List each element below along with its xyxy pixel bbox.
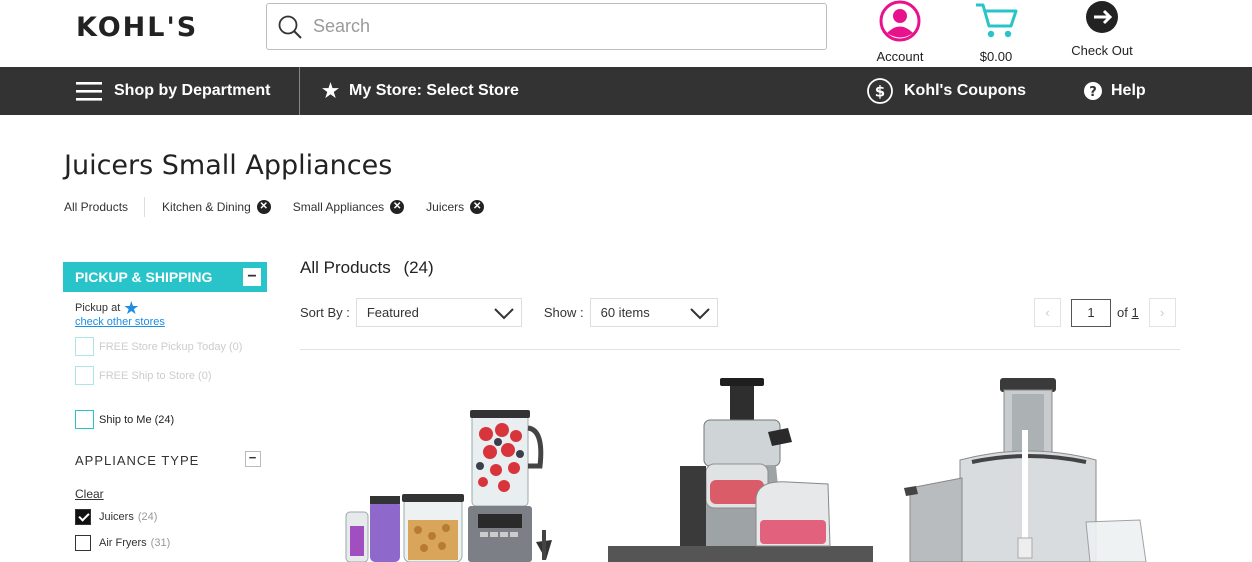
free-store-pickup-option: FREE Store Pickup Today (0) xyxy=(75,337,267,356)
sort-dropdown[interactable]: Featured xyxy=(355,298,522,327)
page-title: Juicers Small Appliances xyxy=(64,150,393,181)
help-link[interactable]: ? Help xyxy=(1083,67,1146,115)
chevron-down-icon xyxy=(689,307,710,319)
collapse-icon[interactable]: − xyxy=(243,268,261,286)
product-image-blender-system[interactable] xyxy=(340,370,570,562)
star-icon: ★ xyxy=(322,80,340,102)
cart-total: $0.00 xyxy=(979,49,1013,64)
filter-label: Air Fryers xyxy=(99,537,147,549)
shop-by-department-label: Shop by Department xyxy=(114,82,271,99)
appliance-type-header[interactable]: APPLIANCE TYPE − xyxy=(75,451,261,468)
pickup-shipping-title: PICKUP & SHIPPING xyxy=(75,269,213,285)
show-value: 60 items xyxy=(600,305,650,320)
checkbox-checked[interactable] xyxy=(75,509,91,525)
hamburger-menu-icon xyxy=(76,82,102,101)
product-image-juicer[interactable] xyxy=(608,370,873,562)
account-link[interactable]: Account xyxy=(864,0,936,64)
blender-system-image xyxy=(345,410,552,562)
breadcrumb-kitchen-dining[interactable]: Kitchen & Dining ✕ xyxy=(162,200,271,214)
option-label: Ship to Me (24) xyxy=(99,413,175,426)
pickup-shipping-header[interactable]: PICKUP & SHIPPING − xyxy=(63,262,267,292)
kohls-logo[interactable]: KOHL'S xyxy=(76,12,198,43)
filter-sidebar: PICKUP & SHIPPING − Pickup at ★ check ot… xyxy=(63,262,267,551)
pickup-at-label: Pickup at xyxy=(75,302,121,314)
filter-count: (24) xyxy=(137,511,158,523)
filter-label: Juicers xyxy=(99,511,134,523)
search-icon[interactable] xyxy=(277,14,303,40)
results-heading: All Products (24) xyxy=(300,258,434,278)
breadcrumb-label: Juicers xyxy=(426,200,465,214)
shopping-cart-icon xyxy=(976,3,1018,38)
coupons-label: Kohl's Coupons xyxy=(904,82,1027,99)
breadcrumb-label: Small Appliances xyxy=(292,200,385,214)
check-other-stores-link[interactable]: check other stores xyxy=(75,316,267,328)
svg-text:$: $ xyxy=(875,83,885,101)
pickup-at-text: Pickup at ★ xyxy=(75,298,267,318)
main-nav: Shop by Department ★ My Store: Select St… xyxy=(0,67,1252,115)
appliance-type-title: APPLIANCE TYPE xyxy=(75,453,200,468)
my-store-button[interactable]: ★ My Store: Select Store xyxy=(322,67,519,115)
filter-juicers[interactable]: Juicers (24) xyxy=(75,509,267,525)
option-label: FREE Ship to Store (0) xyxy=(99,369,212,382)
remove-filter-icon[interactable]: ✕ xyxy=(390,200,405,214)
results-title: All Products xyxy=(300,258,391,277)
arrow-right-circle-icon xyxy=(1086,1,1118,33)
items-per-page-dropdown[interactable]: 60 items xyxy=(589,298,718,327)
next-page-button[interactable]: › xyxy=(1148,298,1176,327)
chevron-down-icon xyxy=(494,307,514,319)
question-circle-icon: ? xyxy=(1084,82,1102,100)
total-pages-link[interactable]: 1 xyxy=(1131,305,1138,320)
checkbox xyxy=(75,337,94,356)
svg-text:?: ? xyxy=(1089,85,1097,100)
remove-filter-icon[interactable]: ✕ xyxy=(256,200,271,214)
search-input[interactable] xyxy=(313,16,793,37)
page-of-label: of xyxy=(1117,305,1128,320)
coupons-link[interactable]: $ Kohl's Coupons xyxy=(866,67,1026,115)
shop-by-department-button[interactable]: Shop by Department xyxy=(76,67,270,115)
divider xyxy=(300,349,1180,350)
breadcrumb: All Products Kitchen & Dining ✕ Small Ap… xyxy=(64,197,485,217)
sort-by-label: Sort By : xyxy=(300,305,350,320)
store-star-icon: ★ xyxy=(123,298,140,318)
show-label: Show : xyxy=(543,305,584,320)
juicer-image xyxy=(608,378,873,562)
dollar-circle-icon: $ xyxy=(867,78,893,104)
free-ship-to-store-option: FREE Ship to Store (0) xyxy=(75,366,267,385)
search-box[interactable] xyxy=(266,3,827,50)
my-store-label: My Store: Select Store xyxy=(349,82,519,99)
checkout-label: Check Out xyxy=(1071,43,1133,58)
breadcrumb-juicers[interactable]: Juicers ✕ xyxy=(426,200,485,214)
page-of-text: of 1 xyxy=(1117,305,1139,320)
product-image-stainless-juicer[interactable] xyxy=(900,370,1155,562)
help-label: Help xyxy=(1111,82,1146,99)
filter-count: (31) xyxy=(150,537,171,549)
checkbox xyxy=(75,366,94,385)
filter-air-fryers[interactable]: Air Fryers (31) xyxy=(75,535,267,551)
prev-page-button[interactable]: ‹ xyxy=(1034,298,1061,327)
stainless-juicer-image xyxy=(904,378,1147,562)
collapse-icon[interactable]: − xyxy=(245,451,261,467)
clear-filter-link[interactable]: Clear xyxy=(75,487,267,501)
breadcrumb-all-products[interactable]: All Products xyxy=(64,200,128,214)
breadcrumb-divider xyxy=(144,197,146,217)
checkbox[interactable] xyxy=(75,410,94,429)
pagination: ‹ 1 of 1 › xyxy=(1034,298,1176,327)
sort-toolbar: Sort By : Featured Show : 60 items xyxy=(300,298,718,327)
option-label: FREE Store Pickup Today (0) xyxy=(99,340,243,353)
nav-divider xyxy=(299,67,300,115)
ship-to-me-option[interactable]: Ship to Me (24) xyxy=(75,410,267,429)
breadcrumb-small-appliances[interactable]: Small Appliances ✕ xyxy=(292,200,405,214)
cart-link[interactable]: $0.00 xyxy=(966,0,1026,64)
page-number-input[interactable]: 1 xyxy=(1071,298,1111,327)
results-count: (24) xyxy=(403,258,434,277)
account-icon xyxy=(879,0,921,42)
account-label: Account xyxy=(876,49,924,64)
sort-value: Featured xyxy=(366,305,419,320)
breadcrumb-label: Kitchen & Dining xyxy=(162,200,251,214)
remove-filter-icon[interactable]: ✕ xyxy=(470,200,485,214)
site-header: KOHL'S Account $0.00 Check Out xyxy=(0,0,1252,67)
checkout-link[interactable]: Check Out xyxy=(1060,0,1144,58)
checkbox[interactable] xyxy=(75,535,91,551)
